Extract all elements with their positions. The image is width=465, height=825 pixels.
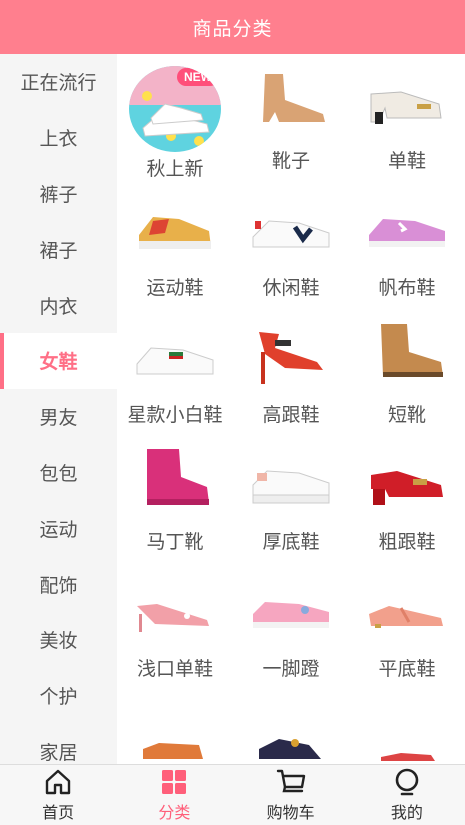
pump-image bbox=[127, 562, 223, 652]
shoe-image bbox=[359, 689, 455, 764]
tab-category[interactable]: 分类 bbox=[116, 765, 232, 825]
page-title: 商品分类 bbox=[192, 18, 273, 40]
product-cell[interactable]: 马丁靴 bbox=[117, 435, 233, 562]
casual-shoe-image bbox=[243, 181, 339, 271]
sidebar-item-tops[interactable]: 上衣 bbox=[0, 110, 117, 166]
ankle-boot-image bbox=[243, 54, 339, 144]
product-label: 马丁靴 bbox=[146, 532, 204, 553]
product-label: 一脚蹬 bbox=[262, 659, 320, 680]
product-cell[interactable]: 平底鞋 bbox=[349, 562, 465, 689]
product-cell[interactable]: 一脚蹬 bbox=[233, 562, 349, 689]
product-label: 星款小白鞋 bbox=[127, 405, 223, 426]
product-label: 粗跟鞋 bbox=[378, 532, 436, 553]
chelsea-boot-image bbox=[359, 308, 455, 398]
cart-icon bbox=[276, 767, 306, 797]
product-cell[interactable] bbox=[233, 689, 349, 764]
product-cell[interactable]: 短靴 bbox=[349, 308, 465, 435]
sidebar-item-makeup[interactable]: 美妆 bbox=[0, 612, 117, 668]
sidebar-item-skirts[interactable]: 裙子 bbox=[0, 221, 117, 277]
product-label: 平底鞋 bbox=[378, 659, 436, 680]
sidebar-item-trending[interactable]: 正在流行 bbox=[0, 54, 117, 110]
product-cell[interactable] bbox=[117, 689, 233, 764]
tab-label: 购物车 bbox=[266, 805, 315, 822]
product-cell[interactable]: 靴子 bbox=[233, 54, 349, 181]
product-label: 休闲鞋 bbox=[262, 278, 320, 299]
sidebar-item-bags[interactable]: 包包 bbox=[0, 445, 117, 501]
product-label: 靴子 bbox=[271, 151, 310, 172]
sidebar-item-underwear[interactable]: 内衣 bbox=[0, 277, 117, 333]
product-cell[interactable]: 浅口单鞋 bbox=[117, 562, 233, 689]
product-cell[interactable]: 单鞋 bbox=[349, 54, 465, 181]
product-cell[interactable]: 高跟鞋 bbox=[233, 308, 349, 435]
product-label: 厚底鞋 bbox=[262, 532, 320, 553]
sidebar-item-accessories[interactable]: 配饰 bbox=[0, 556, 117, 612]
new-badge: NEW bbox=[177, 68, 219, 86]
flat-shoe-image bbox=[359, 562, 455, 652]
product-grid-area[interactable]: NEW 秋上新 靴子 单鞋 运动鞋 休闲鞋 帆布鞋 星款小白鞋 高跟鞋 短靴 马… bbox=[117, 54, 465, 764]
sidebar-item-pants[interactable]: 裤子 bbox=[0, 166, 117, 222]
sidebar-item-boyfriend[interactable]: 男友 bbox=[0, 389, 117, 445]
product-cell[interactable]: NEW 秋上新 bbox=[117, 54, 233, 181]
sneaker-image bbox=[127, 181, 223, 271]
product-label: 帆布鞋 bbox=[378, 278, 436, 299]
product-grid: NEW 秋上新 靴子 单鞋 运动鞋 休闲鞋 帆布鞋 星款小白鞋 高跟鞋 短靴 马… bbox=[117, 54, 465, 764]
sidebar-item-home[interactable]: 家居 bbox=[0, 724, 117, 764]
sidebar-item-sports[interactable]: 运动 bbox=[0, 500, 117, 556]
product-cell[interactable]: 厚底鞋 bbox=[233, 435, 349, 562]
product-label: 运动鞋 bbox=[146, 278, 204, 299]
loafer-image bbox=[359, 54, 455, 144]
platform-shoe-image bbox=[243, 435, 339, 525]
header-bar: 商品分类 bbox=[0, 0, 465, 54]
product-cell[interactable]: 帆布鞋 bbox=[349, 181, 465, 308]
product-cell[interactable]: 粗跟鞋 bbox=[349, 435, 465, 562]
new-arrivals-image: NEW bbox=[129, 66, 221, 152]
category-icon bbox=[159, 767, 189, 797]
tab-label: 分类 bbox=[158, 805, 191, 822]
product-cell[interactable] bbox=[349, 689, 465, 764]
product-cell[interactable]: 运动鞋 bbox=[117, 181, 233, 308]
product-label: 短靴 bbox=[387, 405, 426, 426]
tab-label: 我的 bbox=[390, 805, 423, 822]
profile-icon bbox=[392, 767, 422, 797]
tab-profile[interactable]: 我的 bbox=[349, 765, 465, 825]
block-heel-image bbox=[359, 435, 455, 525]
product-label: 浅口单鞋 bbox=[136, 659, 213, 680]
sidebar-item-personal-care[interactable]: 个护 bbox=[0, 668, 117, 724]
shoe-image bbox=[127, 689, 223, 764]
tab-home[interactable]: 首页 bbox=[0, 765, 116, 825]
home-icon bbox=[43, 767, 73, 797]
category-sidebar[interactable]: 正在流行 上衣 裤子 裙子 内衣 女鞋 男友 包包 运动 配饰 美妆 个护 家居 bbox=[0, 54, 117, 764]
white-sneaker-image bbox=[127, 308, 223, 398]
slip-on-image bbox=[243, 562, 339, 652]
shoe-image bbox=[243, 689, 339, 764]
product-label: 高跟鞋 bbox=[262, 405, 320, 426]
tab-label: 首页 bbox=[42, 805, 75, 822]
product-label: 单鞋 bbox=[387, 151, 426, 172]
product-label: 秋上新 bbox=[146, 159, 204, 180]
sidebar-item-womens-shoes[interactable]: 女鞋 bbox=[0, 332, 117, 389]
bottom-tab-bar: 首页 分类 购物车 我的 bbox=[0, 764, 465, 825]
product-cell[interactable]: 星款小白鞋 bbox=[117, 308, 233, 435]
tab-cart[interactable]: 购物车 bbox=[233, 765, 349, 825]
product-cell[interactable]: 休闲鞋 bbox=[233, 181, 349, 308]
high-heel-image bbox=[243, 308, 339, 398]
canvas-shoe-image bbox=[359, 181, 455, 271]
martin-boot-image bbox=[127, 435, 223, 525]
